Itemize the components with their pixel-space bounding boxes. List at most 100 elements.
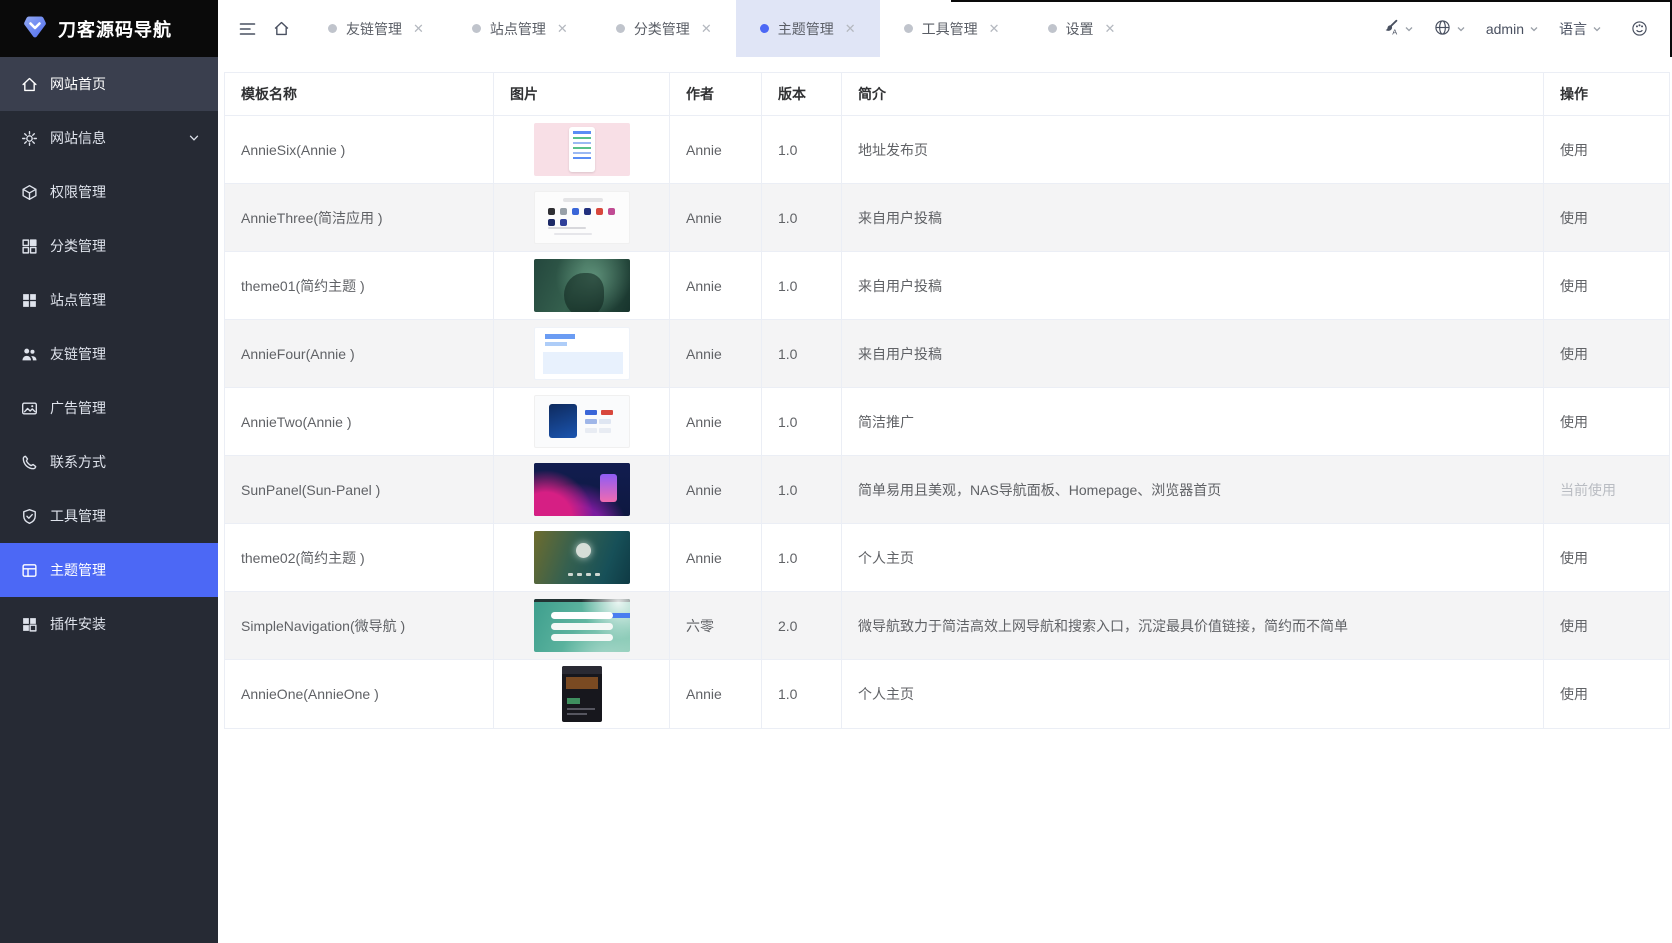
template-description: 个人主页 xyxy=(842,524,1544,592)
table-header-row: 模板名称图片作者版本简介操作 xyxy=(225,73,1670,116)
sidebar-item-网站首页[interactable]: 网站首页 xyxy=(0,57,218,111)
home-icon[interactable] xyxy=(264,12,298,46)
tab-主题管理[interactable]: 主题管理 ✕ xyxy=(736,0,880,57)
sidebar-item-label: 权限管理 xyxy=(50,182,200,202)
use-button[interactable]: 使用 xyxy=(1560,618,1588,634)
template-author: Annie xyxy=(670,660,762,729)
toolbar-right: A xyxy=(1382,12,1656,46)
tab-close-icon[interactable]: ✕ xyxy=(557,22,568,35)
use-button[interactable]: 使用 xyxy=(1560,278,1588,294)
sidebar-item-label: 网站信息 xyxy=(50,128,176,148)
template-author: Annie xyxy=(670,456,762,524)
template-thumbnail[interactable] xyxy=(534,191,630,244)
action-cell: 当前使用 xyxy=(1544,456,1670,524)
current-in-use-label: 当前使用 xyxy=(1560,482,1616,498)
action-cell: 使用 xyxy=(1544,252,1670,320)
use-button[interactable]: 使用 xyxy=(1560,142,1588,158)
sidebar: 刀客源码导航 网站首页网站信息权限管理分类管理站点管理友链管理广告管理联系方式工… xyxy=(0,0,218,943)
template-name: AnnieOne(AnnieOne ) xyxy=(225,660,494,729)
action-cell: 使用 xyxy=(1544,524,1670,592)
template-version: 1.0 xyxy=(762,660,842,729)
language-dropdown[interactable]: 语言 xyxy=(1559,19,1602,39)
sidebar-item-广告管理[interactable]: 广告管理 xyxy=(0,381,218,435)
template-description: 来自用户投稿 xyxy=(842,184,1544,252)
template-name: AnnieTwo(Annie ) xyxy=(225,388,494,456)
sidebar-item-站点管理[interactable]: 站点管理 xyxy=(0,273,218,327)
sidebar-item-工具管理[interactable]: 工具管理 xyxy=(0,489,218,543)
sidebar-item-权限管理[interactable]: 权限管理 xyxy=(0,165,218,219)
template-author: Annie xyxy=(670,116,762,184)
tab-站点管理[interactable]: 站点管理✕ xyxy=(448,0,592,57)
tab-close-icon[interactable]: ✕ xyxy=(1105,22,1116,35)
tab-close-icon[interactable]: ✕ xyxy=(989,22,1000,35)
menu-fold-icon[interactable] xyxy=(230,12,264,46)
template-version: 1.0 xyxy=(762,116,842,184)
template-description: 个人主页 xyxy=(842,660,1544,729)
sidebar-item-友链管理[interactable]: 友链管理 xyxy=(0,327,218,381)
tab-label: 设置 xyxy=(1066,19,1094,39)
template-thumbnail[interactable] xyxy=(534,463,630,516)
use-button[interactable]: 使用 xyxy=(1560,210,1588,226)
tab-close-icon[interactable]: ✕ xyxy=(845,22,856,35)
template-thumbnail[interactable] xyxy=(534,395,630,448)
sidebar-item-联系方式[interactable]: 联系方式 xyxy=(0,435,218,489)
template-description: 简单易用且美观，NAS导航面板、Homepage、浏览器首页 xyxy=(842,456,1544,524)
template-thumbnail[interactable] xyxy=(562,666,602,722)
sidebar-item-分类管理[interactable]: 分类管理 xyxy=(0,219,218,273)
template-name: SimpleNavigation(微导航 ) xyxy=(225,592,494,660)
sidebar-item-label: 工具管理 xyxy=(50,506,200,526)
template-author: Annie xyxy=(670,524,762,592)
action-cell: 使用 xyxy=(1544,116,1670,184)
tab-status-dot xyxy=(904,24,913,33)
use-button[interactable]: 使用 xyxy=(1560,346,1588,362)
contact-icon xyxy=(20,453,38,471)
tab-label: 主题管理 xyxy=(778,19,834,39)
image-icon xyxy=(20,399,38,417)
templates-table: 模板名称图片作者版本简介操作 AnnieSix(Annie )Annie1.0地… xyxy=(224,72,1670,729)
use-button[interactable]: 使用 xyxy=(1560,414,1588,430)
template-description: 简洁推广 xyxy=(842,388,1544,456)
sidebar-item-网站信息[interactable]: 网站信息 xyxy=(0,111,218,165)
tab-label: 分类管理 xyxy=(634,19,690,39)
tab-status-dot xyxy=(616,24,625,33)
table-row: AnnieFour(Annie )Annie1.0来自用户投稿使用 xyxy=(225,320,1670,388)
column-header-简介: 简介 xyxy=(842,73,1544,116)
user-dropdown[interactable]: admin xyxy=(1486,21,1539,37)
palette-icon[interactable] xyxy=(1622,12,1656,46)
use-button[interactable]: 使用 xyxy=(1560,550,1588,566)
gear-icon xyxy=(20,129,38,147)
language-label: 语言 xyxy=(1559,19,1587,39)
sidebar-item-插件安装[interactable]: 插件安装 xyxy=(0,597,218,651)
tab-close-icon[interactable]: ✕ xyxy=(413,22,424,35)
template-thumbnail[interactable] xyxy=(534,123,630,176)
tab-友链管理[interactable]: 友链管理 ✕ xyxy=(304,0,448,57)
tab-close-icon[interactable]: ✕ xyxy=(701,22,712,35)
plugin-icon xyxy=(20,615,38,633)
table-row: theme01(简约主题 )Annie1.0来自用户投稿使用 xyxy=(225,252,1670,320)
template-thumbnail[interactable] xyxy=(534,259,630,312)
shield-icon xyxy=(20,507,38,525)
brand-logo[interactable]: 刀客源码导航 xyxy=(0,0,218,57)
home-outline-icon xyxy=(20,75,38,93)
thumbnail-cell xyxy=(494,456,670,524)
table-row: theme02(简约主题 )Annie1.0个人主页使用 xyxy=(225,524,1670,592)
template-thumbnail[interactable] xyxy=(534,531,630,584)
sidebar-item-label: 广告管理 xyxy=(50,398,200,418)
sidebar-item-label: 分类管理 xyxy=(50,236,200,256)
chevron-down-icon xyxy=(1529,21,1539,37)
template-thumbnail[interactable] xyxy=(534,327,630,380)
users-icon xyxy=(20,345,38,363)
sidebar-item-主题管理[interactable]: 主题管理 xyxy=(0,543,218,597)
template-thumbnail[interactable] xyxy=(534,599,630,652)
tab-工具管理[interactable]: 工具管理✕ xyxy=(880,0,1024,57)
thumbnail-cell xyxy=(494,660,670,729)
skin-dropdown[interactable]: A xyxy=(1382,19,1414,39)
globe-dropdown[interactable] xyxy=(1434,19,1466,39)
tab-分类管理[interactable]: 分类管理 ✕ xyxy=(592,0,736,57)
tab-设置[interactable]: 设置 ✕ xyxy=(1024,0,1140,57)
chevron-down-icon xyxy=(188,132,200,144)
tab-label: 友链管理 xyxy=(346,19,402,39)
column-header-作者: 作者 xyxy=(670,73,762,116)
use-button[interactable]: 使用 xyxy=(1560,686,1588,702)
grid-icon xyxy=(20,237,38,255)
